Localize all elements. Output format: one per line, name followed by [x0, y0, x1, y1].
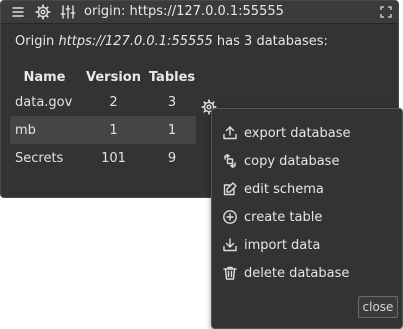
- db-name: data.gov: [15, 94, 73, 110]
- menu-item-label: copy database: [244, 153, 340, 169]
- menu-item-import-data[interactable]: import data: [222, 235, 320, 255]
- window-title: origin: https://127.0.0.1:55555: [84, 4, 284, 19]
- sliders-icon[interactable]: [60, 4, 76, 20]
- menu-item-edit-schema[interactable]: edit schema: [222, 179, 324, 199]
- copy-icon: [224, 153, 236, 169]
- fullscreen-icon[interactable]: [378, 4, 394, 20]
- menu-item-copy-database[interactable]: copy database: [222, 151, 339, 171]
- menu-item-export-database[interactable]: export database: [222, 123, 351, 143]
- edit-icon: [223, 182, 237, 196]
- trash-icon: [223, 266, 237, 280]
- table-header-row: Name Version Tables: [10, 66, 196, 88]
- db-tables: 9: [167, 150, 177, 166]
- import-icon: [223, 238, 237, 252]
- column-header-tables: Tables: [148, 69, 196, 85]
- menu-item-label: edit schema: [244, 181, 324, 197]
- db-tables: 1: [148, 116, 196, 144]
- menu-item-delete-database[interactable]: delete database: [222, 263, 349, 283]
- db-tables: 3: [167, 94, 177, 110]
- close-button[interactable]: close: [358, 296, 398, 318]
- db-name: Secrets: [15, 150, 64, 166]
- database-context-menu: export database copy database edit schem…: [211, 108, 403, 329]
- db-version: 2: [109, 94, 118, 110]
- table-row[interactable]: Secrets 101 9: [10, 144, 196, 172]
- table-row[interactable]: data.gov 2 3: [10, 88, 196, 116]
- table-row[interactable]: mb 1 1: [10, 116, 196, 144]
- menu-item-label: import data: [244, 237, 321, 253]
- menu-item-label: delete database: [244, 265, 350, 281]
- gear-icon[interactable]: [35, 4, 51, 20]
- menu-item-label: export database: [244, 125, 351, 141]
- summary-suffix: has 3 databases:: [212, 34, 328, 49]
- plus-circle-icon: [223, 210, 237, 224]
- title-bar: origin: https://127.0.0.1:55555: [1, 1, 398, 24]
- databases-table: Name Version Tables data.gov 2 3 mb 1 1 …: [10, 66, 196, 172]
- db-version: 101: [101, 150, 126, 166]
- column-header-version: Version: [86, 69, 141, 85]
- db-name: mb: [10, 116, 79, 144]
- menu-item-label: create table: [244, 209, 323, 225]
- origin-url: https://127.0.0.1:55555: [58, 34, 213, 49]
- menu-item-create-table[interactable]: create table: [222, 207, 322, 227]
- db-version: 1: [79, 116, 148, 144]
- column-header-name: Name: [23, 69, 66, 85]
- origin-summary: Origin https://127.0.0.1:55555 has 3 dat…: [15, 34, 328, 49]
- export-icon: [223, 126, 237, 140]
- menu-icon[interactable]: [10, 4, 26, 20]
- summary-prefix: Origin: [15, 34, 59, 49]
